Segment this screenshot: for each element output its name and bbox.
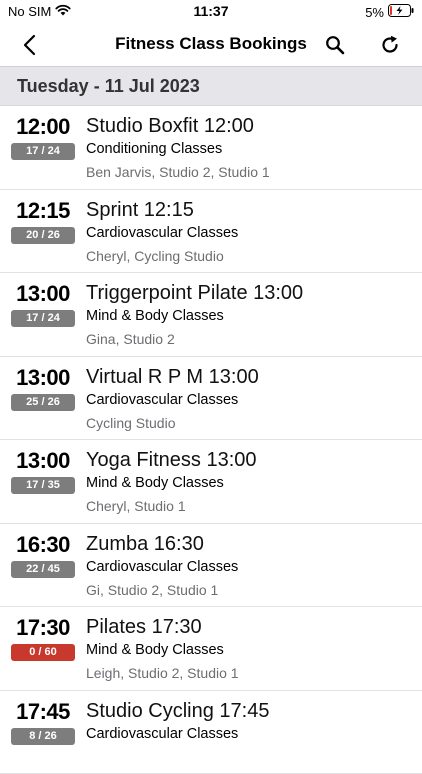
class-category: Cardiovascular Classes [86, 726, 238, 742]
capacity-badge: 8 / 26 [11, 728, 75, 745]
battery-icon [388, 4, 414, 20]
class-category: Mind & Body Classes [86, 642, 224, 658]
class-location: Gina, Studio 2 [86, 331, 175, 347]
date-section-header: Tuesday - 11 Jul 2023 [0, 66, 422, 106]
status-right: 5% [365, 4, 414, 20]
class-row[interactable]: 17:30 0 / 60 Pilates 17:30 Mind & Body Clas… [0, 607, 422, 691]
search-button[interactable] [320, 30, 350, 60]
class-category: Cardiovascular Classes [86, 225, 238, 241]
date-label: Tuesday - 11 Jul 2023 [17, 76, 200, 97]
status-time: 11:37 [0, 3, 422, 19]
class-row[interactable]: 13:00 17 / 24 Triggerpoint Pilate 13:00 Min… [0, 273, 422, 357]
class-list: 12:00 17 / 24 Studio Boxfit 12:00 Condition… [0, 106, 422, 774]
class-location: Gi, Studio 2, Studio 1 [86, 582, 218, 598]
class-row[interactable]: 12:00 17 / 24 Studio Boxfit 12:00 Condition… [0, 106, 422, 190]
class-category: Mind & Body Classes [86, 475, 224, 491]
nav-bar: Fitness Class Bookings [0, 24, 422, 66]
class-category: Mind & Body Classes [86, 308, 224, 324]
class-row[interactable]: 13:00 25 / 26 Virtual R P M 13:00 Cardiovas… [0, 357, 422, 441]
class-name: Sprint 12:15 [86, 199, 194, 222]
class-time: 17:45 [10, 699, 76, 725]
class-time: 13:00 [10, 281, 76, 307]
class-row[interactable]: 17:45 8 / 26 Studio Cycling 17:45 Cardiovas… [0, 691, 422, 774]
class-category: Cardiovascular Classes [86, 559, 238, 575]
class-time: 12:15 [10, 198, 76, 224]
class-name: Yoga Fitness 13:00 [86, 449, 257, 472]
capacity-badge: 22 / 45 [11, 561, 75, 578]
class-row[interactable]: 16:30 22 / 45 Zumba 16:30 Cardiovascular Cl… [0, 524, 422, 608]
class-name: Studio Boxfit 12:00 [86, 115, 254, 138]
class-name: Studio Cycling 17:45 [86, 700, 269, 723]
refresh-icon [380, 35, 400, 55]
capacity-badge: 20 / 26 [11, 227, 75, 244]
capacity-badge: 25 / 26 [11, 394, 75, 411]
class-time: 13:00 [10, 365, 76, 391]
class-category: Conditioning Classes [86, 141, 222, 157]
class-time: 13:00 [10, 448, 76, 474]
class-name: Zumba 16:30 [86, 533, 204, 556]
class-location: Cheryl, Cycling Studio [86, 248, 224, 264]
battery-percent: 5% [365, 5, 384, 20]
refresh-button[interactable] [375, 30, 405, 60]
class-time: 17:30 [10, 615, 76, 641]
class-time: 16:30 [10, 532, 76, 558]
class-row[interactable]: 13:00 17 / 35 Yoga Fitness 13:00 Mind & Bod… [0, 440, 422, 524]
class-location: Cheryl, Studio 1 [86, 498, 186, 514]
class-name: Virtual R P M 13:00 [86, 366, 259, 389]
class-location: Cycling Studio [86, 415, 176, 431]
class-name: Pilates 17:30 [86, 616, 202, 639]
class-name: Triggerpoint Pilate 13:00 [86, 282, 303, 305]
class-location: Leigh, Studio 2, Studio 1 [86, 665, 239, 681]
page-title: Fitness Class Bookings [0, 34, 422, 54]
class-row[interactable]: 12:15 20 / 26 Sprint 12:15 Cardiovascular C… [0, 190, 422, 274]
status-bar: No SIM 11:37 5% [0, 0, 422, 24]
class-location: Ben Jarvis, Studio 2, Studio 1 [86, 164, 270, 180]
capacity-badge: 17 / 24 [11, 143, 75, 160]
search-icon [325, 35, 345, 55]
capacity-badge: 17 / 24 [11, 310, 75, 327]
class-time: 12:00 [10, 114, 76, 140]
capacity-badge: 0 / 60 [11, 644, 75, 661]
capacity-badge: 17 / 35 [11, 477, 75, 494]
class-category: Cardiovascular Classes [86, 392, 238, 408]
